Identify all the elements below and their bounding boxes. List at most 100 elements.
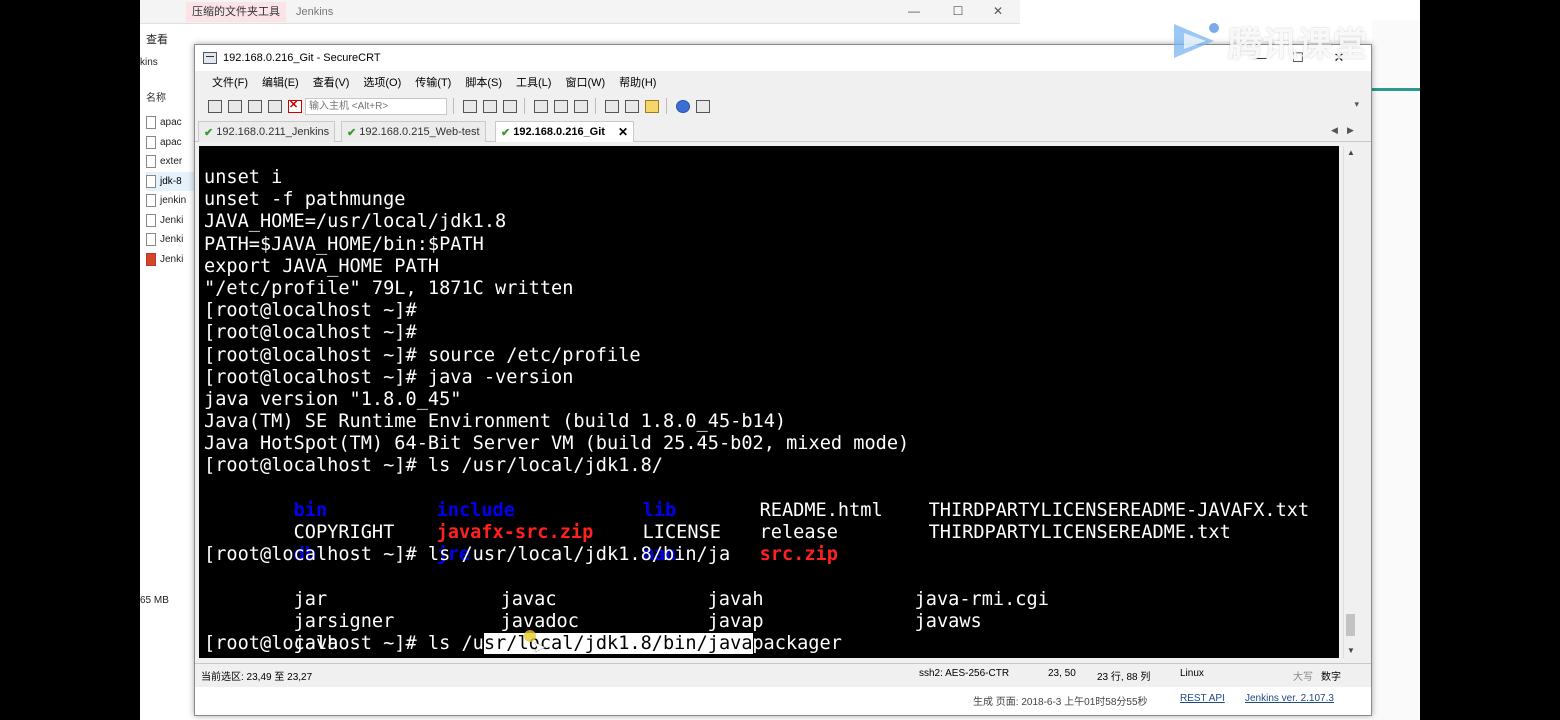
global-options-icon[interactable] (622, 97, 640, 115)
session-options-icon[interactable] (602, 97, 620, 115)
connect-icon[interactable] (205, 97, 223, 115)
paste-icon[interactable] (480, 97, 498, 115)
scrollbar-thumb[interactable] (1346, 614, 1355, 636)
powerpoint-file-icon (146, 252, 156, 266)
play-logo-icon (1174, 23, 1219, 58)
screenshot-icon[interactable] (693, 97, 711, 115)
help-icon[interactable] (673, 97, 691, 115)
menu-options[interactable]: 选项(O) (356, 73, 408, 93)
connected-check-icon: ✔ (347, 126, 357, 139)
file-name: apac (160, 136, 182, 148)
file-icon (146, 213, 156, 227)
disconnect-icon[interactable] (285, 97, 303, 115)
menu-transfer[interactable]: 传输(T) (408, 73, 458, 93)
file-item[interactable]: Jenki (146, 230, 196, 250)
reconnect-icon[interactable] (265, 97, 283, 115)
terminal-line: [root@localhost ~]# (204, 322, 417, 344)
securecrt-app-icon (203, 52, 217, 64)
file-item[interactable]: jenkin (146, 191, 196, 211)
printer-setup-icon[interactable] (571, 97, 589, 115)
jenkins-version-link[interactable]: Jenkins ver. 2.107.3 (1245, 693, 1334, 704)
key-icon[interactable] (642, 97, 660, 115)
menu-view[interactable]: 查看(V) (306, 73, 357, 93)
terminal-line: unset -f pathmunge (204, 189, 406, 211)
print-selection-icon[interactable] (551, 97, 569, 115)
terminal-line: PATH=$JAVA_HOME/bin:$PATH (204, 233, 484, 255)
rest-api-link[interactable]: REST API (1180, 693, 1225, 704)
ls-entry: lib (642, 499, 677, 521)
scroll-up-icon[interactable]: ▲ (1344, 146, 1358, 160)
quick-connect-icon[interactable] (225, 97, 243, 115)
ls-entry: java-rmi.cgi (914, 588, 1049, 610)
find-icon[interactable] (500, 97, 518, 115)
file-item[interactable]: Jenki (146, 250, 196, 270)
quick-connect-input[interactable] (305, 97, 447, 115)
scroll-down-icon[interactable]: ▼ (1344, 644, 1358, 658)
watermark-text: 腾讯课堂 (1228, 25, 1368, 64)
background-accent-line (1372, 88, 1420, 91)
securecrt-window: 192.168.0.216_Git - SecureCRT — ☐ ✕ 文件(F… (194, 44, 1372, 716)
tab-session-web-test[interactable]: ✔ 192.168.0.215_Web-test (341, 121, 486, 142)
jenkins-footer: 生成 页面: 2018-6-3 上午01时58分55秒 REST API Jen… (195, 687, 1371, 715)
file-item[interactable]: apac (146, 113, 196, 133)
terminal-line: [root@localhost ~]# (204, 300, 417, 322)
menu-script[interactable]: 脚本(S) (458, 73, 509, 93)
bg-maximize-button[interactable]: ☐ (950, 3, 966, 19)
toolbar-separator (666, 98, 667, 114)
view-menu[interactable]: 查看 (146, 31, 168, 47)
address-fragment: kins (140, 57, 158, 68)
window-title: 192.168.0.216_Git - SecureCRT (223, 52, 381, 64)
toolbar: ▾ (195, 95, 1371, 117)
terminal-area[interactable]: unset i unset -f pathmunge JAVA_HOME=/us… (199, 146, 1339, 658)
column-header-name[interactable]: 名称 (146, 89, 166, 104)
terminal-line: Java HotSpot(TM) 64-Bit Server VM (build… (204, 433, 910, 455)
session-tab-bar: ✔ 192.168.0.211_Jenkins ✔ 192.168.0.215_… (195, 120, 1371, 142)
selected-size-label: 65 MB (140, 595, 169, 606)
status-size: 23 行, 88 列 (1097, 672, 1151, 683)
file-name: apac (160, 117, 182, 129)
menu-edit[interactable]: 编辑(E) (255, 73, 306, 93)
menu-window[interactable]: 窗口(W) (558, 73, 612, 93)
bg-close-button[interactable]: ✕ (990, 3, 1006, 19)
file-name: jenkin (160, 195, 187, 207)
terminal-line: java version "1.8.0_45" (204, 388, 462, 410)
tab-session-git[interactable]: ✔ 192.168.0.216_Git ✕ (495, 121, 635, 142)
status-cursor: 23, 50 (1048, 668, 1076, 679)
terminal-output: unset i unset -f pathmunge JAVA_HOME=/us… (204, 167, 1338, 655)
copy-icon[interactable] (460, 97, 478, 115)
ls-entry: javafx-src.zip (436, 522, 594, 544)
file-item[interactable]: apac (146, 133, 196, 153)
connect-in-tab-icon[interactable] (245, 97, 263, 115)
tab-scroll-right-icon[interactable]: ▶ (1347, 125, 1354, 136)
ls-entry: THIRDPARTYLICENSEREADME-JAVAFX.txt (928, 499, 1310, 521)
toolbar-overflow-icon[interactable]: ▾ (1354, 99, 1359, 110)
file-name: Jenki (160, 253, 184, 265)
menu-file[interactable]: 文件(F) (205, 73, 255, 93)
ls-entry: javac (500, 588, 557, 610)
file-name: Jenki (160, 214, 184, 226)
file-name: jdk-8 (160, 175, 182, 187)
file-item[interactable]: Jenki (146, 211, 196, 231)
background-right-panel (1372, 20, 1420, 720)
file-item-selected[interactable]: jdk-8 (146, 171, 196, 191)
tab-compressed-folder-tools[interactable]: 压缩的文件夹工具 (186, 2, 286, 22)
file-icon (146, 116, 156, 130)
tab-close-icon[interactable]: ✕ (618, 125, 628, 139)
terminal-line: [root@localhost ~]# source /etc/profile (204, 344, 641, 366)
status-num: 数字 (1321, 672, 1341, 683)
ls-entry: release (759, 522, 838, 544)
terminal-scrollbar[interactable]: ▲ ▼ (1343, 146, 1357, 658)
print-icon[interactable] (531, 97, 549, 115)
menu-tools[interactable]: 工具(L) (509, 73, 558, 93)
tab-jenkins[interactable]: Jenkins (290, 2, 339, 22)
ls-entry: bin (293, 499, 328, 521)
ls-entry: include (436, 499, 515, 521)
bg-minimize-button[interactable]: — (906, 3, 922, 19)
ls-entry: THIRDPARTYLICENSEREADME.txt (928, 522, 1231, 544)
toolbar-separator (524, 98, 525, 114)
tab-session-jenkins[interactable]: ✔ 192.168.0.211_Jenkins (198, 121, 336, 142)
file-item[interactable]: exter (146, 152, 196, 172)
menu-help[interactable]: 帮助(H) (612, 73, 663, 93)
tab-scroll-left-icon[interactable]: ◀ (1331, 125, 1338, 136)
file-name: exter (160, 156, 183, 168)
